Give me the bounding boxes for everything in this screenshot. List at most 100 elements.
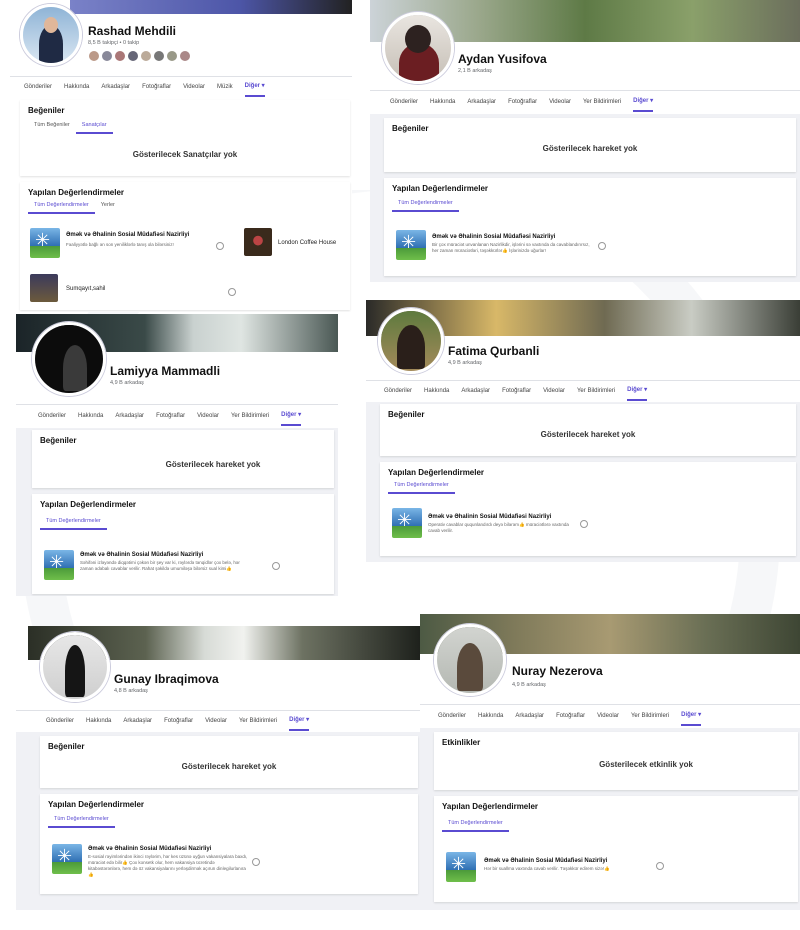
review-org-name[interactable]: Əmək və Əhalinin Sosial Müdafiəsi Nazirl…	[484, 858, 607, 864]
review-org-name[interactable]: Əmək və Əhalinin Sosial Müdafiəsi Nazirl…	[80, 552, 203, 558]
tab-check-ins[interactable]: Yer Bildirimleri	[231, 407, 269, 425]
profile-avatar[interactable]	[378, 308, 444, 374]
ministry-logo[interactable]	[392, 508, 422, 538]
tab-friends[interactable]: Arkadaşlar	[115, 407, 144, 425]
profile-panel-gunay: Gunay Ibraqimova 4,8 B arkadaş Gönderile…	[16, 626, 420, 910]
reviews-title: Yapılan Değerlendirmeler	[48, 800, 145, 809]
profile-panel-fatima: Fatima Qurbanli 4,9 B arkadaş Gönderiler…	[366, 300, 800, 562]
tab-photos[interactable]: Fotoğraflar	[508, 93, 537, 111]
tab-posts[interactable]: Gönderiler	[38, 407, 66, 425]
tab-friends[interactable]: Arkadaşlar	[515, 707, 544, 725]
events-title: Etkinlikler	[442, 738, 481, 747]
profile-name: Rashad Mehdili	[88, 24, 177, 38]
tab-check-ins[interactable]: Yer Bildirimleri	[577, 382, 615, 400]
public-globe-icon: globe	[580, 520, 588, 528]
tab-check-ins[interactable]: Yer Bildirimleri	[239, 712, 277, 730]
subtab-all-likes[interactable]: Tüm Beğeniler	[28, 118, 76, 134]
public-globe-icon: globe	[272, 562, 280, 570]
likes-title: Beğeniler	[28, 106, 65, 115]
tab-check-ins[interactable]: Yer Bildirimleri	[631, 707, 669, 725]
place-name-sumqayit[interactable]: Sumqayıt,sahil	[66, 286, 105, 292]
place-name-london[interactable]: London Coffee House	[278, 240, 336, 246]
tab-more[interactable]: Diğer ▾	[633, 91, 654, 112]
ministry-logo[interactable]	[52, 844, 82, 874]
tab-about[interactable]: Hakkında	[478, 707, 503, 725]
ministry-logo[interactable]	[446, 852, 476, 882]
likes-title: Beğeniler	[40, 436, 77, 445]
tab-photos[interactable]: Fotoğraflar	[156, 407, 185, 425]
tab-more[interactable]: Diğer ▾	[289, 710, 310, 731]
profile-panel-lamiyya: Lamiyya Mammadli 4,9 B arkadaş Gönderile…	[16, 314, 338, 596]
subtab-all-reviews[interactable]: Tüm Değerlendirmeler	[388, 478, 455, 494]
tab-friends[interactable]: Arkadaşlar	[123, 712, 152, 730]
tab-videos[interactable]: Videolar	[597, 707, 619, 725]
profile-stats[interactable]: 4,9 B arkadaş	[448, 360, 482, 366]
review-text: Bir çox müraciət unvanlanan Nazirlikdir,…	[432, 242, 590, 253]
subtab-all-reviews[interactable]: Tüm Değerlendirmeler	[392, 196, 459, 212]
london-coffee-house-thumb[interactable]	[244, 228, 272, 256]
subtab-all-reviews[interactable]: Tüm Değerlendirmeler	[48, 812, 115, 828]
reviews-card: Yapılan Değerlendirmeler Tüm Değerlendir…	[380, 462, 796, 556]
review-text: Səhifəni izləyəndə diqqətimi çəkən bir ş…	[80, 560, 240, 571]
tab-posts[interactable]: Gönderiler	[24, 78, 52, 96]
tab-videos[interactable]: Videolar	[197, 407, 219, 425]
tab-posts[interactable]: Gönderiler	[384, 382, 412, 400]
reviews-card: Yapılan Değerlendirmeler Tüm Değerlendir…	[40, 794, 418, 894]
tab-videos[interactable]: Videolar	[549, 93, 571, 111]
subtab-artists[interactable]: Sanatçılar	[75, 118, 113, 134]
review-org-name[interactable]: Əmək və Əhalinin Sosial Müdafiəsi Nazirl…	[66, 232, 189, 238]
tab-posts[interactable]: Gönderiler	[390, 93, 418, 111]
tab-photos[interactable]: Fotoğraflar	[142, 78, 171, 96]
profile-avatar[interactable]	[434, 624, 506, 696]
tab-more[interactable]: Diğer ▾	[627, 380, 648, 401]
profile-name: Aydan Yusifova	[458, 52, 547, 66]
tab-about[interactable]: Hakkında	[424, 382, 449, 400]
ministry-logo[interactable]	[44, 550, 74, 580]
profile-stats[interactable]: 4,9 B arkadaş	[512, 682, 546, 688]
tab-friends[interactable]: Arkadaşlar	[101, 78, 130, 96]
tab-videos[interactable]: Videolar	[543, 382, 565, 400]
tab-more[interactable]: Diğer ▾	[681, 705, 702, 726]
profile-stats[interactable]: 8,5 B takipçi • 0 takip	[88, 40, 139, 46]
subtab-places[interactable]: Yerler	[95, 198, 121, 214]
tab-photos[interactable]: Fotoğraflar	[164, 712, 193, 730]
review-org-name[interactable]: Əmək və Əhalinin Sosial Müdafiəsi Nazirl…	[88, 846, 211, 852]
tab-more[interactable]: Diğer ▾	[281, 405, 302, 426]
tab-check-ins[interactable]: Yer Bildirimleri	[583, 93, 621, 111]
subtab-all-reviews[interactable]: Tüm Değerlendirmeler	[40, 514, 107, 530]
tab-friends[interactable]: Arkadaşlar	[461, 382, 490, 400]
profile-stats[interactable]: 4,9 B arkadaş	[110, 380, 144, 386]
ministry-logo[interactable]	[30, 228, 60, 258]
tab-posts[interactable]: Gönderiler	[438, 707, 466, 725]
profile-avatar[interactable]	[382, 12, 454, 84]
tab-videos[interactable]: Videolar	[183, 78, 205, 96]
subtab-all-reviews[interactable]: Tüm Değerlendirmeler	[442, 816, 509, 832]
profile-name: Lamiyya Mammadli	[110, 364, 221, 378]
tab-music[interactable]: Müzik	[217, 78, 233, 96]
profile-avatar[interactable]	[32, 322, 106, 396]
tab-photos[interactable]: Fotoğraflar	[502, 382, 531, 400]
tab-about[interactable]: Hakkında	[64, 78, 89, 96]
tab-about[interactable]: Hakkında	[78, 407, 103, 425]
profile-stats[interactable]: 2,1 B arkadaş	[458, 68, 492, 74]
tab-posts[interactable]: Gönderiler	[46, 712, 74, 730]
tab-more[interactable]: Diğer ▾	[244, 76, 265, 97]
likes-title: Beğeniler	[388, 410, 425, 419]
subtab-all-reviews[interactable]: Tüm Değerlendirmeler	[28, 198, 95, 214]
public-globe-icon: globe	[216, 242, 224, 250]
sumqayit-sahil-thumb[interactable]	[30, 274, 58, 302]
follower-avatars[interactable]	[88, 50, 192, 62]
tab-about[interactable]: Hakkında	[86, 712, 111, 730]
profile-avatar[interactable]	[20, 4, 82, 66]
tab-about[interactable]: Hakkında	[430, 93, 455, 111]
likes-card: Beğeniler Gösterilecek hareket yok	[32, 430, 334, 488]
review-org-name[interactable]: Əmək və Əhalinin Sosial Müdafiəsi Nazirl…	[432, 234, 555, 240]
profile-stats[interactable]: 4,8 B arkadaş	[114, 688, 148, 694]
profile-avatar[interactable]	[40, 632, 110, 702]
tab-videos[interactable]: Videolar	[205, 712, 227, 730]
review-org-name[interactable]: Əmək və Əhalinin Sosial Müdafiəsi Nazirl…	[428, 514, 551, 520]
tab-friends[interactable]: Arkadaşlar	[467, 93, 496, 111]
ministry-logo[interactable]	[396, 230, 426, 260]
likes-empty-message: Gösterilecek hareket yok	[540, 430, 636, 439]
tab-photos[interactable]: Fotoğraflar	[556, 707, 585, 725]
